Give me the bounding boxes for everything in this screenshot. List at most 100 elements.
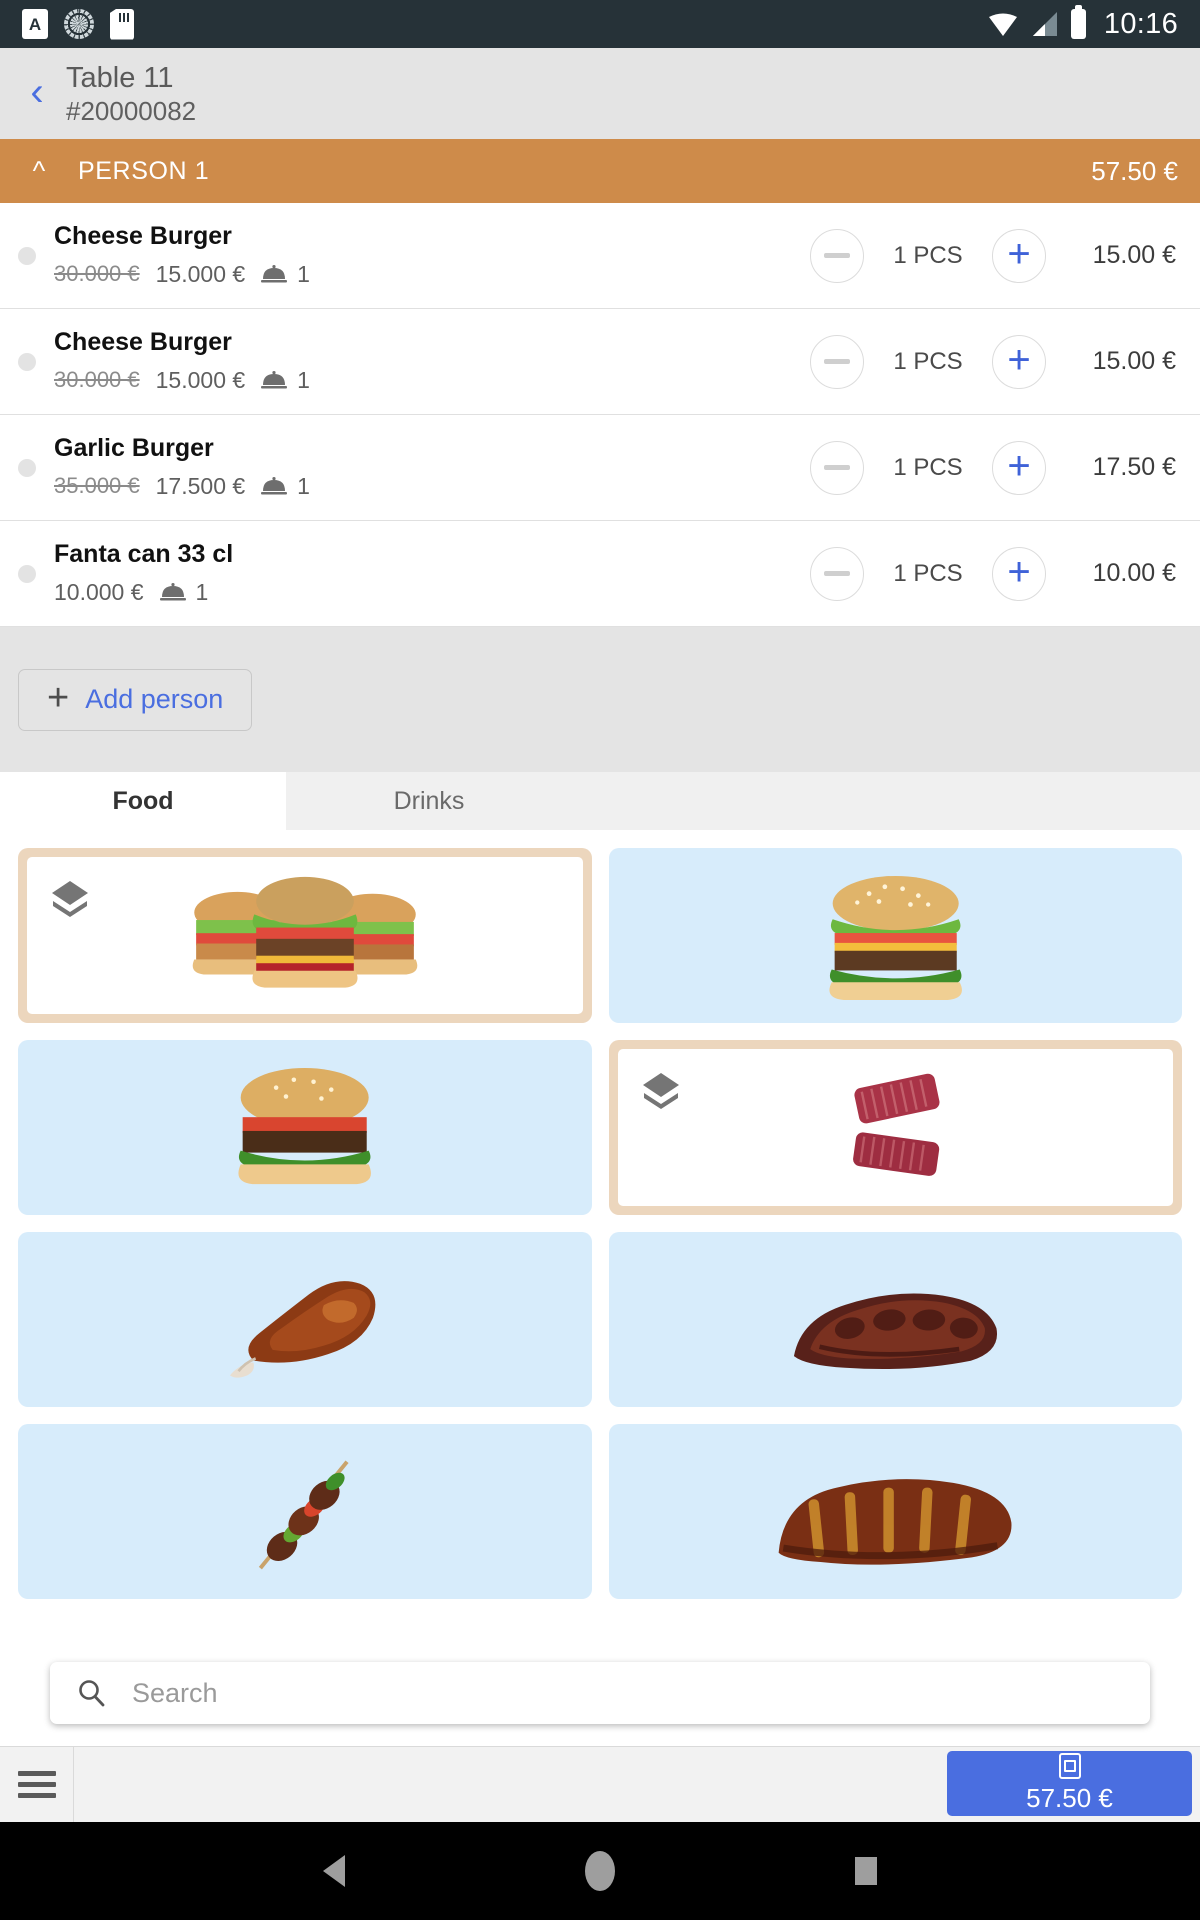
order-item-list: Cheese Burger 30.000 € 15.000 € 1 1 PCS … [0,203,1200,627]
item-line-total: 17.50 € [1092,453,1176,481]
chevron-left-icon[interactable]: ‹ [20,72,54,116]
increase-quantity-button[interactable]: + [992,440,1046,495]
tomato-burger-art [238,1067,371,1184]
item-current-price: 15.000 € [155,366,246,393]
burger-trio-category[interactable] [18,848,592,1023]
tomato-burger-tile[interactable] [18,1040,592,1215]
item-course-number: 1 [297,260,310,287]
plus-icon: + [1007,337,1031,382]
category-inner [617,1049,1173,1206]
quantity-stepper: 1 PCS + 15.00 € [810,228,1176,283]
skewer-art [258,1460,349,1569]
raw-meat-category[interactable] [608,1040,1182,1215]
search-bar[interactable]: Search [50,1662,1150,1724]
item-select-dot[interactable] [18,564,36,583]
item-line-total: 10.00 € [1092,559,1176,587]
status-clock: 10:16 [1103,7,1178,40]
item-current-price: 10.000 € [54,578,144,605]
plus-icon: + [47,676,70,719]
decrease-quantity-button[interactable] [810,228,864,283]
minus-icon [824,571,850,576]
table-row[interactable]: Cheese Burger 30.000 € 15.000 € 1 1 PCS … [0,203,1200,309]
hamburger-lines [17,1765,56,1804]
pay-button[interactable]: 57.50 € [947,1751,1192,1816]
roast-chicken-tile[interactable] [18,1232,592,1407]
burger-trio-art [192,876,418,988]
item-select-dot[interactable] [18,246,36,265]
item-original-price: 30.000 € [54,261,140,286]
minus-icon [824,359,850,364]
item-name: Cheese Burger [54,221,232,250]
cloche-icon [261,265,288,283]
order-number: #20000082 [66,95,197,126]
item-select-dot[interactable] [18,458,36,477]
increase-quantity-button[interactable]: + [992,546,1046,601]
table-row[interactable]: Garlic Burger 35.000 € 17.500 € 1 1 PCS … [0,415,1200,521]
item-quantity: 1 PCS [893,559,963,587]
search-layer: Search [0,1662,1200,1746]
pay-amount: 57.50 € [1026,1783,1113,1813]
item-line-total: 15.00 € [1092,241,1176,269]
decrease-quantity-button[interactable] [810,440,864,495]
quantity-stepper: 1 PCS + 17.50 € [810,440,1176,495]
item-name: Garlic Burger [54,433,214,462]
android-status-bar: A 10:16 [0,0,1200,48]
nav-recents-icon[interactable] [855,1857,877,1885]
person-total: 57.50 € [1091,155,1178,186]
person-header-bar[interactable]: ^ PERSON 1 57.50 € [0,139,1200,203]
card-reader-icon [1058,1753,1081,1779]
item-info: Fanta can 33 cl 10.000 € 1 [54,539,234,606]
grilled-ribs-tile[interactable] [608,1424,1182,1599]
item-select-dot[interactable] [18,352,36,371]
plus-icon: + [1007,231,1031,276]
add-person-label: Add person [85,684,224,714]
android-nav-bar [0,1822,1200,1920]
table-row[interactable]: Cheese Burger 30.000 € 15.000 € 1 1 PCS … [0,309,1200,415]
item-current-price: 15.000 € [155,260,246,287]
plus-icon: + [1007,443,1031,488]
abc-keyboard-icon: A [22,9,48,39]
quantity-stepper: 1 PCS + 15.00 € [810,334,1176,389]
page-title: Table 11 [66,61,174,94]
nav-home-icon[interactable] [585,1851,615,1891]
cheeseburger-art [829,875,962,1000]
item-subline: 30.000 € 15.000 € 1 [54,261,310,288]
decrease-quantity-button[interactable] [810,546,864,601]
item-course-number: 1 [297,472,310,499]
meat-skewer-tile[interactable] [18,1424,592,1599]
bbq-ribs-art [794,1292,998,1369]
item-name: Fanta can 33 cl [54,539,234,568]
cloche-icon [261,371,288,389]
grilled-ribs-art [778,1478,1012,1565]
quantity-stepper: 1 PCS + 10.00 € [810,546,1176,601]
nav-back-icon[interactable] [323,1855,345,1887]
sd-card-icon [110,8,134,40]
decrease-quantity-button[interactable] [810,334,864,389]
item-quantity: 1 PCS [893,453,963,481]
category-tabs: Food Drinks [0,772,1200,830]
add-person-button[interactable]: + Add person [18,668,253,731]
minus-icon [824,465,850,470]
increase-quantity-button[interactable]: + [992,334,1046,389]
item-quantity: 1 PCS [893,347,963,375]
person-label: PERSON 1 [78,156,210,185]
minus-icon [824,253,850,258]
order-header: ‹ Table 11 #20000082 [0,48,1200,139]
item-line-total: 15.00 € [1092,347,1176,375]
table-row[interactable]: Fanta can 33 cl 10.000 € 1 1 PCS + 10.00… [0,521,1200,627]
bbq-ribs-tile[interactable] [608,1232,1182,1407]
hamburger-menu-icon[interactable] [0,1747,74,1822]
add-person-section: + Add person [0,627,1200,772]
chevron-up-icon[interactable]: ^ [22,157,56,185]
tab-food[interactable]: Food [0,772,286,830]
tabs-filler [572,772,1200,830]
tab-drinks[interactable]: Drinks [286,772,572,830]
signal-icon [1032,12,1057,36]
search-input[interactable]: Search [132,1678,218,1709]
item-current-price: 17.500 € [155,472,246,499]
increase-quantity-button[interactable]: + [992,228,1046,283]
item-quantity: 1 PCS [893,241,963,269]
item-subline: 35.000 € 17.500 € 1 [54,473,310,500]
bottom-action-bar: 57.50 € [0,1746,1200,1822]
cheese-burger-tile[interactable] [608,848,1182,1023]
